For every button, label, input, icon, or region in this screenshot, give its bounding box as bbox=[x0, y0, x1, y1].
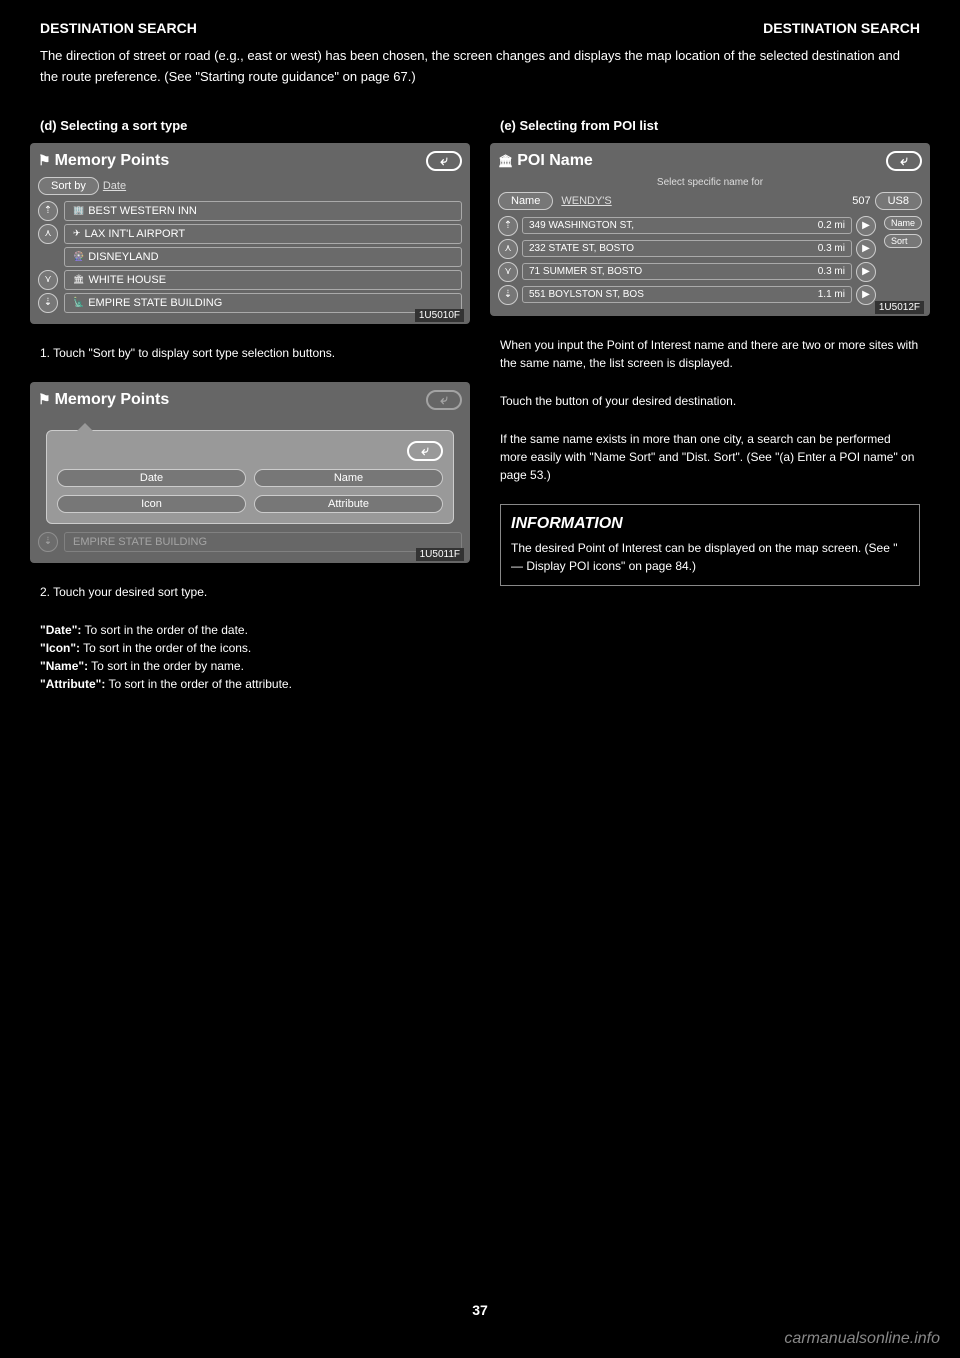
sort-by-button[interactable]: Sort by bbox=[38, 177, 99, 195]
sort-descriptions: "Date": To sort in the order of the date… bbox=[30, 611, 470, 703]
figure-label: 1U5012F bbox=[875, 301, 924, 314]
list-item[interactable]: 🎡DISNEYLAND bbox=[64, 247, 462, 267]
plane-icon: ✈ bbox=[73, 228, 81, 239]
right-column: (e) Selecting from POI list POI Name ⤶ S… bbox=[490, 108, 930, 703]
list-item-dimmed: EMPIRE STATE BUILDING bbox=[64, 532, 462, 552]
sort-label: Date bbox=[103, 180, 126, 192]
section-title-poi: (e) Selecting from POI list bbox=[490, 118, 930, 133]
instruction-2: 2. Touch your desired sort type. bbox=[30, 573, 470, 611]
figure-sort-popup: Memory Points ⤶ ⤶ Date Name Icon Attribu… bbox=[30, 382, 470, 563]
sort-option-icon[interactable]: Icon bbox=[57, 495, 246, 513]
building-icon bbox=[498, 152, 513, 170]
left-column: (d) Selecting a sort type Memory Points … bbox=[30, 108, 470, 703]
name-button[interactable]: Name bbox=[498, 192, 553, 210]
detail-button[interactable]: ▶ bbox=[856, 239, 876, 259]
figure-memory-points-list: Memory Points ⤶ Sort by Date ⇡ 🏢BEST WES… bbox=[30, 143, 470, 324]
poi-result-item[interactable]: 349 WASHINGTON ST,0.2 mi bbox=[522, 217, 852, 234]
poi-result-item[interactable]: 551 BOYLSTON ST, BOS1.1 mi bbox=[522, 286, 852, 303]
sort-button[interactable]: Sort bbox=[884, 234, 922, 248]
watermark: carmanualsonline.info bbox=[784, 1330, 940, 1348]
list-item[interactable]: 🏢BEST WESTERN INN bbox=[64, 201, 462, 221]
back-button-disabled: ⤶ bbox=[426, 390, 462, 410]
result-count: 507 bbox=[852, 195, 870, 207]
poi-result-item[interactable]: 71 SUMMER ST, BOSTO0.3 mi bbox=[522, 263, 852, 280]
scroll-top-button[interactable]: ⇡ bbox=[498, 216, 518, 236]
poi-desc-2: Touch the button of your desired destina… bbox=[490, 382, 930, 420]
poi-result-item[interactable]: 232 STATE ST, BOSTO0.3 mi bbox=[522, 240, 852, 257]
gov-icon: 🏛 bbox=[73, 274, 84, 285]
fig3-title: POI Name bbox=[498, 152, 593, 170]
name-sort-button[interactable]: Name bbox=[884, 216, 922, 230]
list-item[interactable]: ✈LAX INT'L AIRPORT bbox=[64, 224, 462, 244]
page-number: 37 bbox=[472, 1302, 488, 1318]
scroll-down-button[interactable]: ⋎ bbox=[498, 262, 518, 282]
building-icon: 🏢 bbox=[73, 205, 84, 216]
info-heading: INFORMATION bbox=[511, 515, 909, 533]
information-box: INFORMATION The desired Point of Interes… bbox=[500, 504, 920, 586]
popup-back-button[interactable]: ⤶ bbox=[407, 441, 443, 461]
fig2-title: Memory Points bbox=[38, 391, 169, 409]
list-item[interactable]: 🏛WHITE HOUSE bbox=[64, 270, 462, 290]
scroll-up-button[interactable]: ⋏ bbox=[498, 239, 518, 259]
sort-option-name[interactable]: Name bbox=[254, 469, 443, 487]
flag-icon bbox=[38, 391, 51, 409]
figure-label: 1U5011F bbox=[416, 548, 464, 561]
poi-desc-3: If the same name exists in more than one… bbox=[490, 420, 930, 494]
search-field[interactable]: WENDY'S bbox=[557, 195, 848, 207]
list-item[interactable]: 🗽EMPIRE STATE BUILDING bbox=[64, 293, 462, 313]
header-left: DESTINATION SEARCH bbox=[40, 20, 197, 36]
back-button[interactable]: ⤶ bbox=[426, 151, 462, 171]
sort-option-date[interactable]: Date bbox=[57, 469, 246, 487]
detail-button[interactable]: ▶ bbox=[856, 262, 876, 282]
tower-icon: 🗽 bbox=[73, 297, 84, 308]
scroll-bottom-button[interactable]: ⇣ bbox=[498, 285, 518, 305]
fig1-title: Memory Points bbox=[38, 152, 169, 170]
detail-button[interactable]: ▶ bbox=[856, 216, 876, 236]
flag-icon bbox=[38, 152, 51, 170]
popup-arrow-icon bbox=[77, 423, 93, 431]
intro-paragraph: The direction of street or road (e.g., e… bbox=[0, 46, 960, 108]
poi-desc-1: When you input the Point of Interest nam… bbox=[490, 326, 930, 382]
scroll-down-button[interactable]: ⋎ bbox=[38, 270, 58, 290]
figure-poi-name: POI Name ⤶ Select specific name for Name… bbox=[490, 143, 930, 316]
scroll-bottom-button[interactable]: ⇣ bbox=[38, 293, 58, 313]
scroll-up-button[interactable]: ⋏ bbox=[38, 224, 58, 244]
figure-label: 1U5010F bbox=[415, 309, 464, 322]
sort-popup: ⤶ Date Name Icon Attribute bbox=[46, 430, 454, 524]
subtitle: Select specific name for bbox=[498, 177, 922, 188]
detail-button[interactable]: ▶ bbox=[856, 285, 876, 305]
info-text: The desired Point of Interest can be dis… bbox=[511, 539, 909, 575]
scroll-bottom-button: ⇣ bbox=[38, 532, 58, 552]
section-title-sort: (d) Selecting a sort type bbox=[30, 118, 470, 133]
area-button[interactable]: US8 bbox=[875, 192, 922, 210]
scroll-top-button[interactable]: ⇡ bbox=[38, 201, 58, 221]
header-right: DESTINATION SEARCH bbox=[763, 20, 920, 36]
park-icon: 🎡 bbox=[73, 251, 84, 262]
back-button[interactable]: ⤶ bbox=[886, 151, 922, 171]
instruction-1: 1. Touch "Sort by" to display sort type … bbox=[30, 334, 470, 372]
sort-option-attribute[interactable]: Attribute bbox=[254, 495, 443, 513]
